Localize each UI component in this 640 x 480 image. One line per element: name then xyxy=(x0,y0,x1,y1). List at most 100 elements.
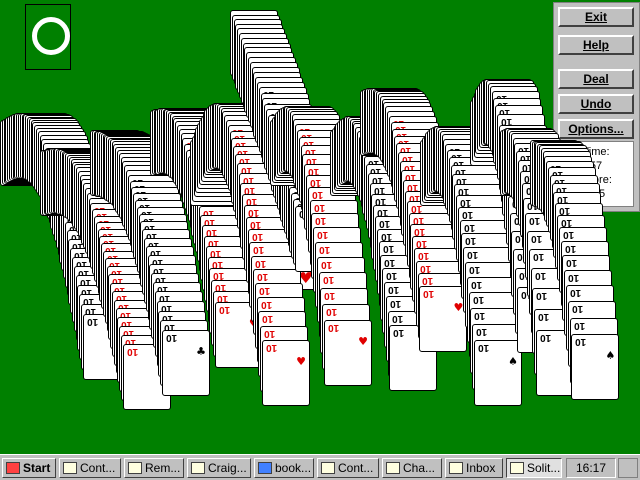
card-rank: 10 xyxy=(253,244,265,256)
task-contacts-2[interactable]: Cont... xyxy=(317,458,379,478)
heart-suit-icon: ♥ xyxy=(358,335,368,348)
card-rank: 10 xyxy=(561,216,573,228)
clock: 16:17 xyxy=(566,458,616,478)
task-label: Craig... xyxy=(208,461,247,475)
card-rank: 10 xyxy=(571,303,583,315)
card-rank: 10 xyxy=(393,327,405,339)
help-button[interactable]: Help xyxy=(558,35,634,55)
card-rank: 10 xyxy=(423,287,435,299)
card-rank: 10 xyxy=(538,311,550,323)
card-rank: 10 xyxy=(573,319,585,331)
card-rank: 10 xyxy=(264,327,276,339)
start-button[interactable]: Start xyxy=(2,458,56,478)
card-rank: 10 xyxy=(258,284,270,296)
windows-logo-icon xyxy=(6,462,20,474)
card-rank: 10 xyxy=(529,215,541,227)
start-label: Start xyxy=(23,461,51,475)
card-rank: 10 xyxy=(419,262,431,274)
card-rank: 10 xyxy=(532,250,544,262)
cascade-card: 10 ♥ xyxy=(324,320,372,386)
inbox-icon xyxy=(449,462,463,474)
card-rank: 10 xyxy=(421,275,433,287)
taskbar: Start Cont... Rem... Craig... book... Co… xyxy=(0,454,640,480)
card-rank: 10 xyxy=(568,271,580,283)
card-rank: 10 xyxy=(534,270,546,282)
app-icon xyxy=(386,462,400,474)
card-rank: 10 xyxy=(389,298,401,310)
card-rank: 10 xyxy=(380,230,392,242)
task-reminders[interactable]: Rem... xyxy=(124,458,184,478)
card-rank: 10 xyxy=(315,215,327,227)
card-rank: 10 xyxy=(313,201,325,213)
card-rank: 10 xyxy=(255,257,267,269)
card-rank: 10 xyxy=(382,243,394,255)
task-craig[interactable]: Craig... xyxy=(187,458,251,478)
cascade-card: 10 ♥ xyxy=(419,285,468,352)
task-inbox[interactable]: Inbox xyxy=(445,458,503,478)
card-rank: 10 xyxy=(324,289,336,301)
solitaire-table: 10♠10♠10♠10♠10♠10♠10♠10♠10♠10♠10♠10♠10♠1… xyxy=(0,0,640,454)
card-rank: 10 xyxy=(384,256,396,268)
task-solitaire[interactable]: Solit... xyxy=(506,458,562,478)
card-rank: 10 xyxy=(531,232,543,244)
card-rank: 10 xyxy=(251,231,263,243)
spade-suit-icon: ♠ xyxy=(605,349,616,363)
card-rank: 10 xyxy=(570,287,582,299)
deal-button[interactable]: Deal xyxy=(558,69,634,89)
spade-suit-icon: ♠ xyxy=(508,355,518,368)
card-rank: 10 xyxy=(257,271,269,283)
task-label: book... xyxy=(275,461,312,475)
card-rank: 10 xyxy=(564,242,576,254)
card-rank: 10 xyxy=(311,189,323,201)
empty-stock-redeal-icon xyxy=(32,17,70,55)
exit-button[interactable]: Exit xyxy=(558,7,634,27)
app-icon xyxy=(321,462,335,474)
card-rank: 10 xyxy=(218,304,230,316)
card-rank: 10 xyxy=(540,332,552,343)
cascade-card: 10 ♥ xyxy=(262,340,310,406)
card-rank: 10 xyxy=(320,258,332,270)
card-rank: 10 xyxy=(249,219,261,231)
cascade-card: 10 ♣ xyxy=(162,330,210,396)
task-label: Cont... xyxy=(80,461,116,475)
task-contacts[interactable]: Cont... xyxy=(59,458,121,478)
task-label: Cha... xyxy=(403,461,436,475)
stock-pile[interactable] xyxy=(25,4,71,70)
task-label: Inbox xyxy=(466,461,496,475)
card-rank: 10 xyxy=(391,312,403,324)
card-rank: 10 xyxy=(536,290,548,302)
word-icon xyxy=(258,462,272,474)
tray-pen-icon[interactable] xyxy=(618,458,638,478)
card-rank: 10 xyxy=(469,263,481,275)
card-rank: 10 xyxy=(379,218,391,230)
card-rank: 10 xyxy=(470,278,482,290)
card-rank: 10 xyxy=(319,243,331,255)
card-rank: 10 xyxy=(386,270,398,282)
card-rank: 10 xyxy=(126,346,138,357)
card-rank: 10 xyxy=(465,235,477,247)
card-rank: 10 xyxy=(418,250,430,262)
card-rank: 10 xyxy=(326,305,338,317)
card-rank: 10 xyxy=(476,325,488,337)
card-rank: 10 xyxy=(86,315,98,327)
task-book[interactable]: book... xyxy=(254,458,314,478)
heart-suit-icon: ♥ xyxy=(453,300,464,314)
card-rank: 10 xyxy=(562,229,574,241)
card-rank: 10 xyxy=(472,294,484,306)
card-rank: 10 xyxy=(566,256,578,268)
undo-button[interactable]: Undo xyxy=(558,94,634,114)
task-label: Cont... xyxy=(338,461,374,475)
card-rank: 10 xyxy=(166,332,178,343)
cascade-card: 10 ♠ xyxy=(571,334,620,401)
cascade-card: 10 ♠ xyxy=(474,340,522,406)
options-button[interactable]: Options... xyxy=(558,119,634,139)
task-chat[interactable]: Cha... xyxy=(382,458,442,478)
card-rank: 10 xyxy=(266,342,278,353)
card-rank: 10 xyxy=(262,313,274,325)
spade-suit-icon: ♣ xyxy=(196,345,206,358)
card-rank: 10 xyxy=(463,221,475,233)
card-rank: 10 xyxy=(478,342,490,353)
card-rank: 10 xyxy=(260,298,272,310)
heart-suit-icon: ♥ xyxy=(296,355,306,368)
card-rank: 10 xyxy=(388,284,400,296)
